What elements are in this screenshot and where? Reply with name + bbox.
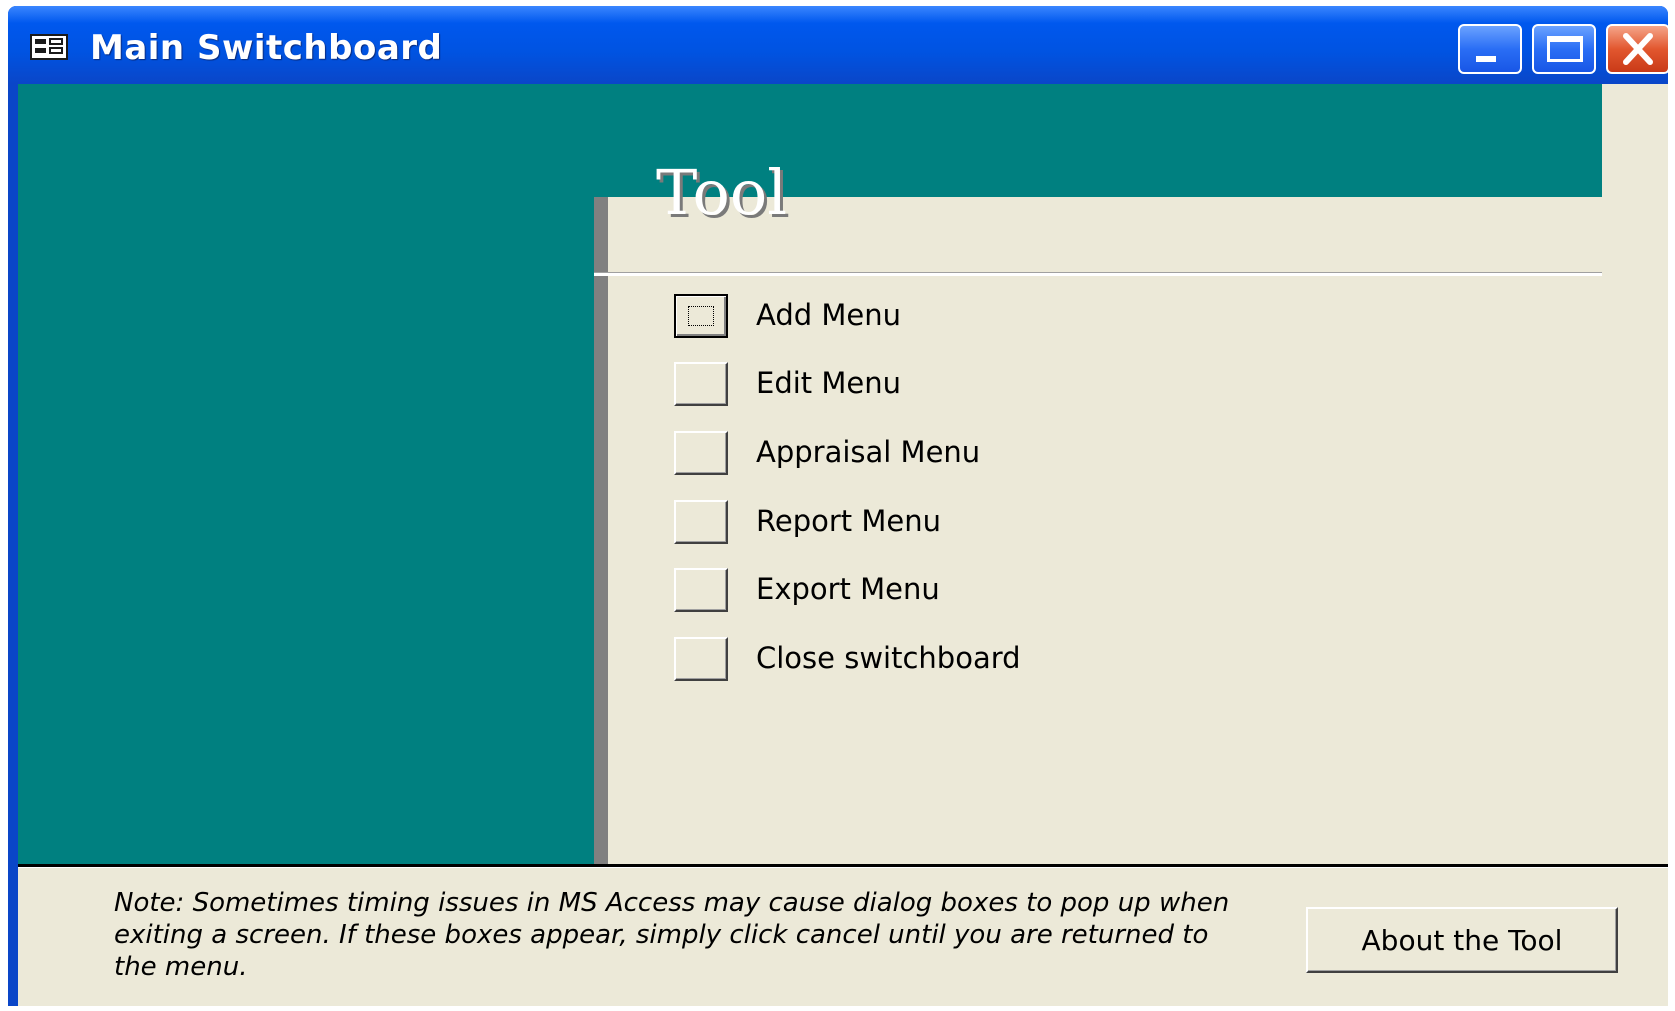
menu-item-label[interactable]: Close switchboard xyxy=(756,641,1021,675)
switchboard-window: Main Switchboard Tool Add Menu Edit Menu… xyxy=(8,6,1668,1006)
close-switchboard-button[interactable] xyxy=(674,637,728,681)
about-button[interactable]: About the Tool xyxy=(1306,907,1618,973)
add-menu-button[interactable] xyxy=(674,294,728,338)
maximize-button[interactable] xyxy=(1532,24,1596,74)
menu-item-export[interactable]: Export Menu xyxy=(674,568,1094,614)
timing-note: Note: Sometimes timing issues in MS Acce… xyxy=(114,888,1230,982)
close-button[interactable] xyxy=(1606,24,1668,74)
minimize-icon xyxy=(1476,56,1496,62)
edit-menu-button[interactable] xyxy=(674,362,728,406)
minimize-button[interactable] xyxy=(1458,24,1522,74)
menu-item-report[interactable]: Report Menu xyxy=(674,500,1094,546)
title-bar[interactable]: Main Switchboard xyxy=(8,6,1668,84)
close-icon xyxy=(1623,33,1653,65)
menu-item-close-switchboard[interactable]: Close switchboard xyxy=(674,637,1094,683)
menu-item-label[interactable]: Edit Menu xyxy=(756,366,901,400)
export-menu-button[interactable] xyxy=(674,568,728,612)
focus-indicator xyxy=(688,306,714,326)
form-icon[interactable] xyxy=(30,34,68,60)
header-divider xyxy=(594,272,1602,276)
menu-item-label[interactable]: Add Menu xyxy=(756,298,901,332)
footer-divider xyxy=(18,864,1668,868)
menu-item-edit[interactable]: Edit Menu xyxy=(674,362,1094,408)
menu-item-label[interactable]: Report Menu xyxy=(756,504,941,538)
form-heading: Tool xyxy=(656,156,788,229)
appraisal-menu-button[interactable] xyxy=(674,431,728,475)
panel-shadow xyxy=(594,197,608,864)
report-menu-button[interactable] xyxy=(674,500,728,544)
menu-item-label[interactable]: Export Menu xyxy=(756,572,940,606)
switchboard-form: Tool Add Menu Edit Menu Appraisal Menu R… xyxy=(18,84,1668,1006)
teal-side-panel xyxy=(18,84,594,864)
menu-item-label[interactable]: Appraisal Menu xyxy=(756,435,980,469)
menu-item-add[interactable]: Add Menu xyxy=(674,294,1094,340)
window-title: Main Switchboard xyxy=(90,28,443,68)
maximize-icon xyxy=(1547,36,1583,62)
menu-item-appraisal[interactable]: Appraisal Menu xyxy=(674,431,1094,477)
